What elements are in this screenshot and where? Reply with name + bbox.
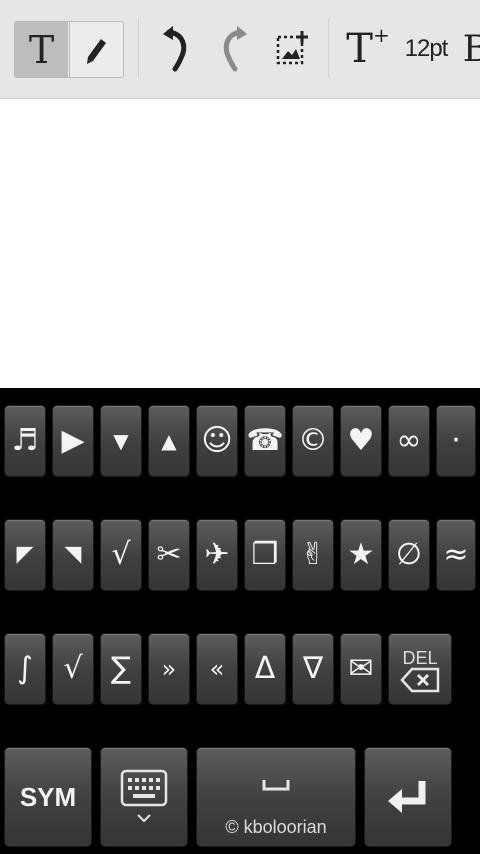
backspace-icon: [400, 667, 440, 693]
key-summation[interactable]: ∑: [100, 633, 142, 705]
key-play[interactable]: ▶: [52, 405, 94, 477]
key-square-root[interactable]: √: [100, 519, 142, 591]
pen-tool-button[interactable]: [69, 22, 123, 77]
key-integral[interactable]: ∫: [4, 633, 46, 705]
text-size-increase-button[interactable]: T+: [346, 22, 390, 76]
key-middle-dot[interactable]: ·: [436, 405, 476, 477]
enter-arrow-icon: [388, 781, 426, 813]
key-triangle-down[interactable]: ▼: [100, 405, 142, 477]
keyboard-icon: [120, 769, 168, 823]
bold-button-partial[interactable]: B: [462, 22, 480, 76]
insert-image-button[interactable]: [272, 22, 310, 76]
key-approximately[interactable]: ≈: [436, 519, 476, 591]
key-envelope[interactable]: ✉: [340, 633, 382, 705]
key-copyright[interactable]: ©: [292, 405, 334, 477]
keyboard-switch-key[interactable]: [100, 747, 188, 847]
key-telephone[interactable]: ☎: [244, 405, 286, 477]
text-tool-button[interactable]: T: [15, 22, 68, 77]
key-empty-set[interactable]: ∅: [388, 519, 430, 591]
toolbar-divider: [138, 18, 139, 78]
key-star[interactable]: ★: [340, 519, 382, 591]
key-left-guillemet[interactable]: «: [196, 633, 238, 705]
toolbar-divider: [328, 18, 329, 78]
key-scissors[interactable]: ✂: [148, 519, 190, 591]
key-victory-hand[interactable]: ✌: [292, 519, 334, 591]
key-music-note[interactable]: ♬: [4, 405, 46, 477]
undo-icon: [163, 26, 187, 72]
redo-icon: [223, 26, 247, 72]
redo-button[interactable]: [216, 22, 252, 76]
key-delta[interactable]: Δ: [244, 633, 286, 705]
pen-icon: [87, 38, 106, 64]
text-canvas[interactable]: [0, 99, 480, 388]
font-size-selector[interactable]: 12pt: [402, 22, 450, 76]
key-triangle-up[interactable]: ▲: [148, 405, 190, 477]
space-key[interactable]: © kboloorian: [196, 747, 356, 847]
text-size-increase-icon: T+: [346, 22, 390, 72]
key-corner-top-left[interactable]: ◤: [4, 519, 46, 591]
text-tool-icon: T: [28, 27, 55, 72]
key-square-root-2[interactable]: √: [52, 633, 94, 705]
bold-icon: B: [462, 28, 480, 70]
mode-toggle-group: T: [14, 21, 124, 78]
select-image-icon: [276, 31, 308, 65]
key-heart[interactable]: ♥: [340, 405, 382, 477]
key-right-guillemet[interactable]: »: [148, 633, 190, 705]
space-bar-icon: [262, 780, 290, 791]
key-infinity[interactable]: ∞: [388, 405, 430, 477]
keyboard-edge: [456, 626, 480, 854]
enter-key[interactable]: [364, 747, 452, 847]
font-size-label: 12pt: [404, 35, 449, 62]
key-corner-top-right[interactable]: ◥: [52, 519, 94, 591]
key-airplane[interactable]: ✈: [196, 519, 238, 591]
delete-key[interactable]: DEL: [388, 633, 452, 705]
key-nabla[interactable]: ∇: [292, 633, 334, 705]
sym-key[interactable]: SYM: [4, 747, 92, 847]
key-shadowed-square[interactable]: ❐: [244, 519, 286, 591]
symbol-keyboard: ♬ ▶ ▼ ▲ ☺ ☎ © ♥ ∞ · ◤ ◥ √ ✂ ✈ ❐ ✌ ★ ∅ ≈ …: [0, 388, 480, 854]
key-smiley[interactable]: ☺: [196, 405, 238, 477]
undo-button[interactable]: [158, 22, 194, 76]
toolbar: T T+ 12pt B: [0, 0, 480, 99]
